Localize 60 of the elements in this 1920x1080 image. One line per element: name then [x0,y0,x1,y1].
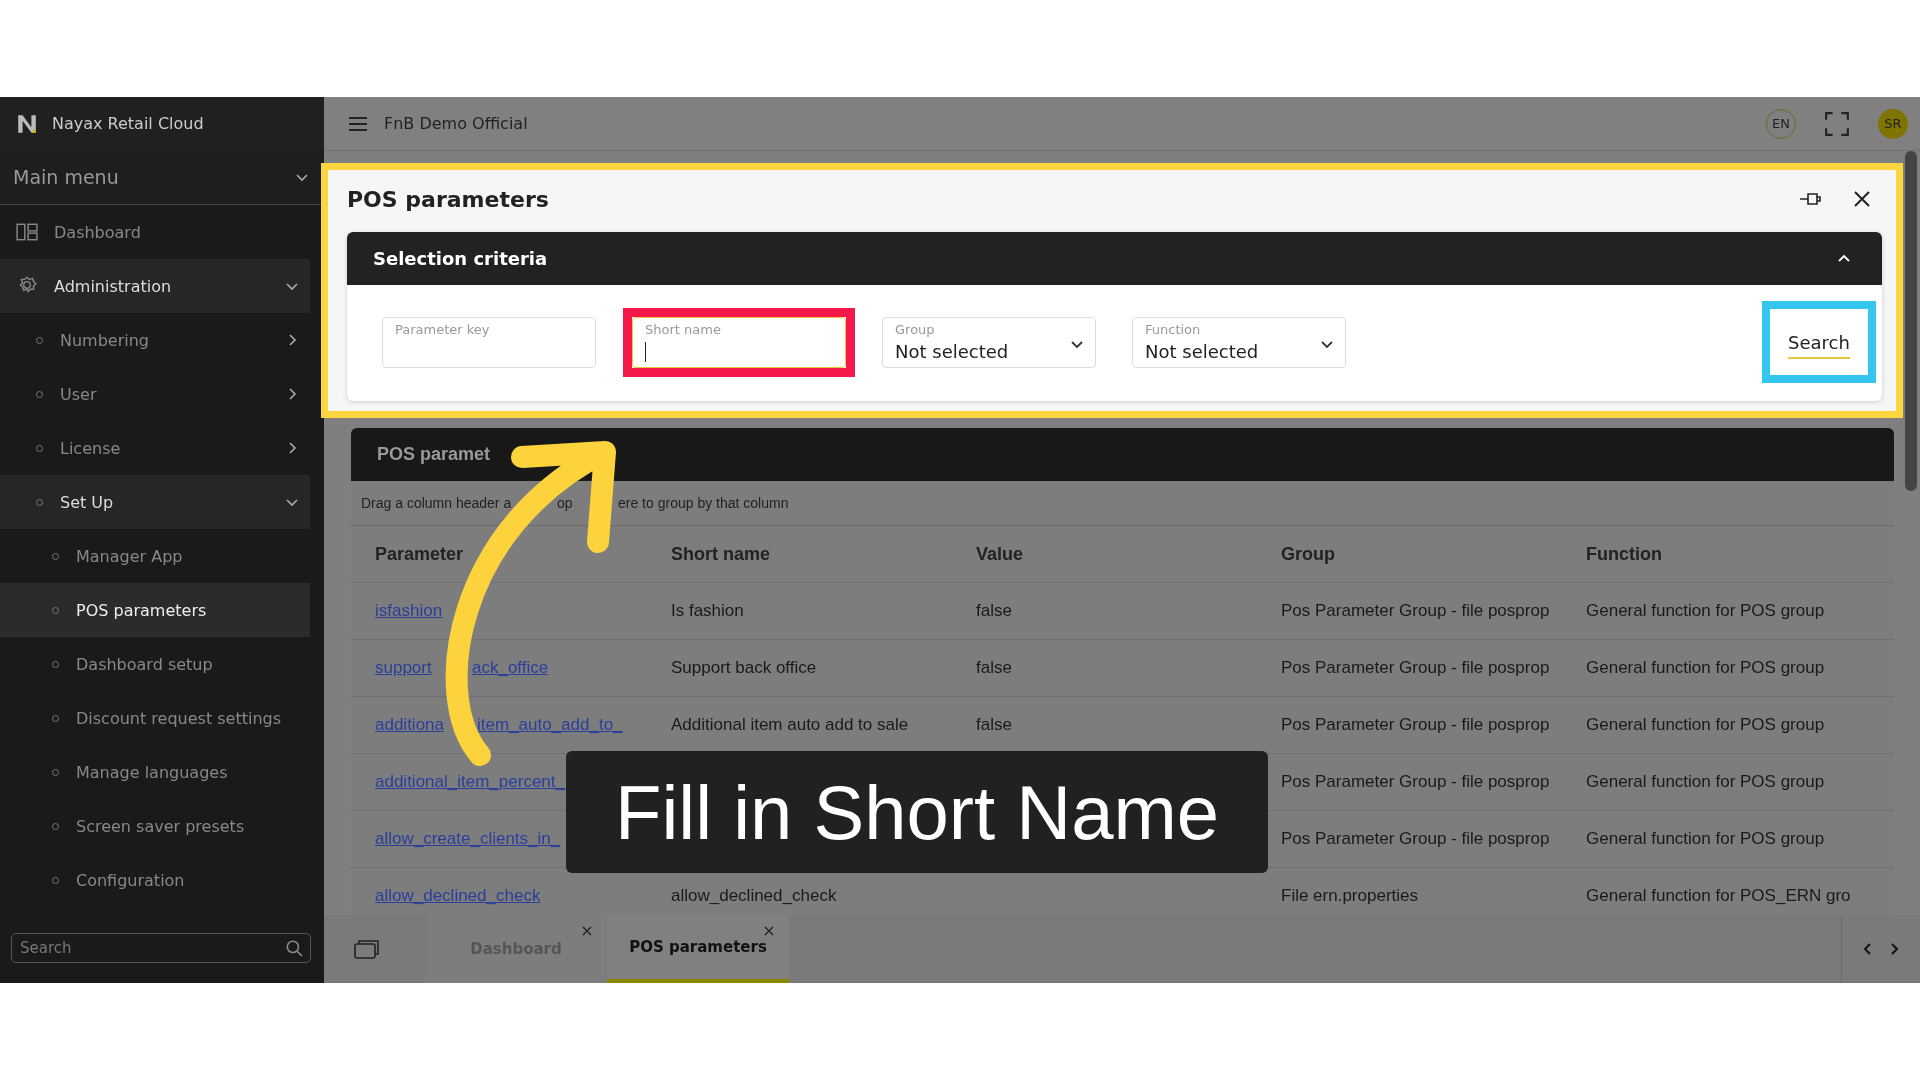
dropdown[interactable]: Function Not selected [1132,316,1346,368]
brand-name: Nayax Retail Cloud [52,114,204,133]
input-field[interactable]: Short name [632,316,846,368]
dropdown[interactable]: Group Not selected [882,316,1096,368]
column-header[interactable]: Parameter [375,543,671,565]
sidebar-item[interactable]: License [0,421,310,475]
table-cell-text: General function for POS group [1586,829,1826,849]
tab[interactable]: POS parameters [607,915,789,983]
user-avatar[interactable]: SR [1878,108,1908,139]
sidebar-item[interactable]: Configuration [0,853,310,907]
dialog-title: POS parameters [347,186,549,212]
sidebar-item[interactable]: Dashboard [0,205,310,259]
sidebar-item[interactable]: Manage languages [0,745,310,799]
criteria-header[interactable]: Selection criteria [347,232,1882,285]
sidebar-item[interactable]: Numbering [0,313,310,367]
fullscreen-icon[interactable] [1824,110,1850,137]
group-hint: ere to group by that column [618,495,789,511]
table-cell-text: allow_declined_check [671,886,838,906]
sidebar-item[interactable]: Dashboard setup [0,637,310,691]
table-cell-text: General function for POS group [1586,658,1826,678]
table-cell-text: Pos Parameter Group - file posprop [1281,715,1551,735]
table-cell-text: false [976,715,1013,735]
table-cell-text: Pos Parameter Group - file posprop [1281,658,1551,678]
company-name: FnB Demo Official [384,114,528,133]
table-cell-text: false [976,658,1013,678]
column-header[interactable]: Group [1281,543,1586,565]
group-hint: Drag a column header a [361,495,513,511]
dashboard-icon [16,221,38,243]
input-field[interactable]: Parameter key [382,316,596,368]
sidebar-item[interactable]: Set Up [0,475,310,529]
caption: Fill in Short Name [566,751,1268,873]
table-cell-text: Pos Parameter Group - file posprop [1281,772,1551,792]
sidebar-item[interactable]: Screen saver presets [0,799,310,853]
windows-icon[interactable] [354,939,380,959]
table-title: POS paramet [377,444,491,465]
column-header[interactable]: Function [1586,543,1894,565]
menu-icon[interactable] [348,115,368,132]
main-menu-dropdown[interactable]: Main menu [0,150,324,205]
group-hint: op [557,495,574,511]
table-cell-text: Additional item auto add to sale [671,715,910,735]
search-field[interactable]: Search [11,933,311,963]
table-cell-text: Pos Parameter Group - file posprop [1281,601,1551,621]
column-header[interactable]: Short name [671,543,976,565]
sidebar-item[interactable]: Manager App [0,529,310,583]
sidebar-item[interactable]: User [0,367,310,421]
table-cell-text: General function for POS group [1586,715,1826,735]
table-cell-text: General function for POS group [1586,601,1826,621]
sidebar-item[interactable]: Discount request settings [0,691,310,745]
table-cell-text: Is fashion [671,601,745,621]
column-header[interactable]: Value [976,543,1281,565]
logo-icon [16,112,38,135]
table-cell-text: false [976,601,1013,621]
table-cell-text: Support back office [671,658,818,678]
table-cell-text: General function for POS group [1586,772,1826,792]
table-cell-text: File ern.properties [1281,886,1419,906]
sidebar-item[interactable]: Administration [0,259,310,313]
sidebar-item[interactable]: POS parameters [0,583,310,637]
table-cell-text: Pos Parameter Group - file posprop [1281,829,1551,849]
table-cell-text: General function for POS_ERN gro [1586,886,1852,906]
search-icon[interactable] [285,939,303,957]
